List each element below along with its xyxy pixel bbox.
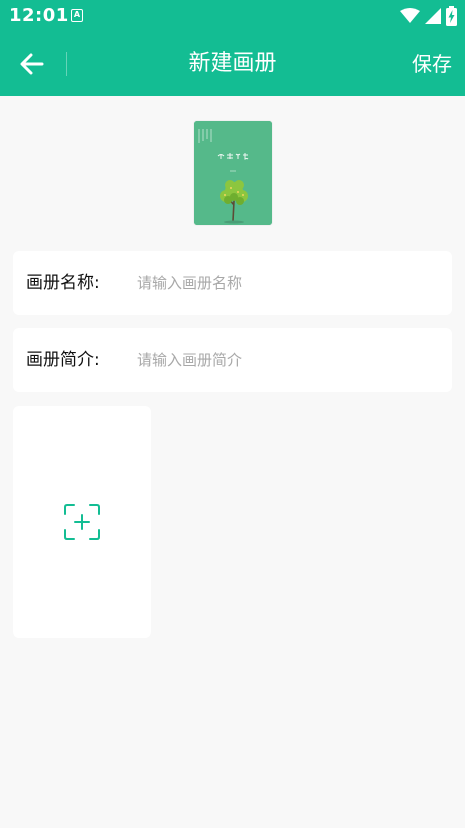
page-title: 新建画册 (188, 51, 277, 76)
album-intro-input[interactable] (137, 342, 437, 378)
album-name-card: 画册名称: (13, 251, 452, 315)
arrow-left-icon (20, 53, 44, 75)
status-time: 12:01 (9, 5, 69, 26)
status-bar: 12:01 A (0, 0, 465, 32)
signal-icon (425, 8, 441, 24)
tree-illustration (194, 121, 272, 225)
album-cover-image[interactable] (194, 121, 272, 225)
album-intro-card: 画册简介: (13, 328, 452, 392)
battery-charging-icon (446, 6, 457, 26)
app-bar-divider (66, 52, 67, 76)
album-name-input[interactable] (137, 265, 437, 301)
album-name-label: 画册名称: (26, 273, 100, 293)
status-icons (400, 6, 457, 26)
app-bar: 新建画册 保存 (0, 32, 465, 96)
add-image-scan-icon (64, 504, 100, 540)
a-icon: A (71, 9, 83, 22)
add-photo-button[interactable] (13, 406, 151, 638)
back-button[interactable] (14, 46, 50, 82)
wifi-icon (400, 8, 420, 23)
album-intro-label: 画册简介: (26, 350, 100, 370)
save-button[interactable]: 保存 (412, 32, 452, 96)
